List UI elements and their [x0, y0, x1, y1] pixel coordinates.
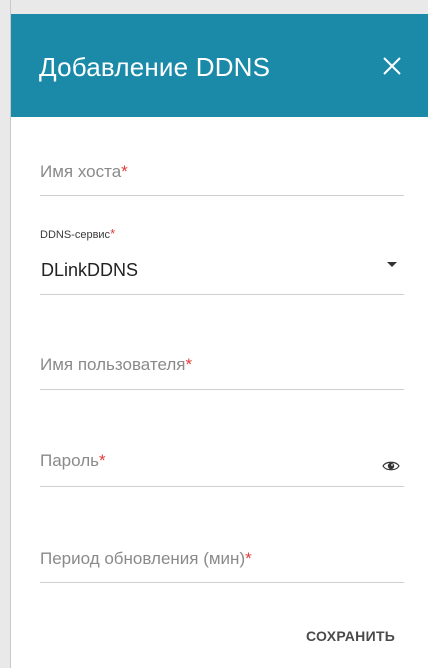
ddns-service-label: DDNS-сервис* — [40, 226, 115, 241]
hostname-underline — [40, 195, 404, 196]
background-edge — [0, 0, 11, 668]
password-field[interactable]: Пароль* — [40, 444, 404, 489]
password-input[interactable] — [40, 444, 370, 484]
required-mark: * — [110, 226, 116, 241]
ddns-service-underline — [40, 294, 404, 295]
update-period-input[interactable] — [40, 541, 404, 581]
eye-icon[interactable] — [382, 460, 400, 472]
save-button[interactable]: СОХРАНИТЬ — [306, 628, 395, 644]
ddns-service-select[interactable]: DDNS-сервис* DLinkDDNS — [40, 222, 404, 297]
hostname-input[interactable] — [40, 154, 404, 194]
update-period-underline — [40, 582, 404, 583]
background-strip — [0, 0, 428, 14]
dialog-header: Добавление DDNS — [11, 14, 428, 117]
ddns-service-label-text: DDNS-сервис — [40, 229, 111, 241]
username-input[interactable] — [40, 347, 404, 387]
hostname-field[interactable]: Имя хоста* — [40, 154, 404, 199]
username-underline — [40, 389, 404, 390]
update-period-field[interactable]: Период обновления (мин)* — [40, 541, 404, 586]
password-underline — [40, 486, 404, 487]
close-icon — [383, 57, 401, 75]
page: Добавление DDNS Имя хоста* DDNS-сервис* … — [0, 0, 428, 668]
ddns-service-value: DLinkDDNS — [41, 260, 139, 280]
username-field[interactable]: Имя пользователя* — [40, 347, 404, 392]
chevron-down-icon[interactable] — [387, 262, 397, 267]
close-button[interactable] — [376, 50, 408, 82]
add-ddns-dialog: Добавление DDNS Имя хоста* DDNS-сервис* … — [11, 14, 428, 668]
dialog-title: Добавление DDNS — [39, 52, 271, 82]
